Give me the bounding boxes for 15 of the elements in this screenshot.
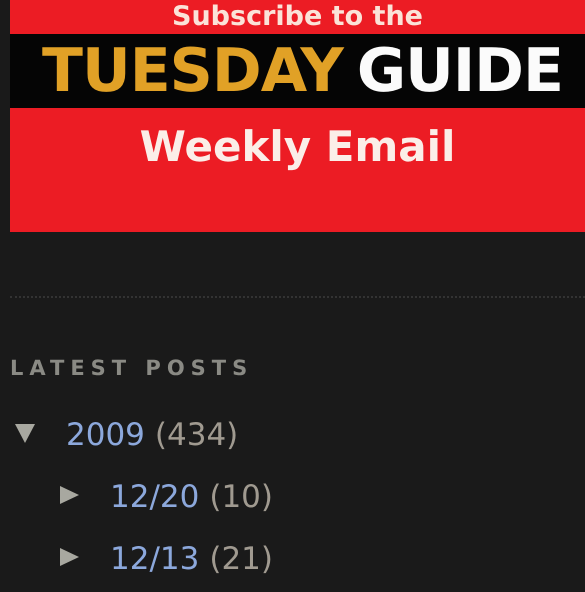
post-count: (434): [154, 417, 238, 453]
post-count: (10): [209, 479, 273, 515]
archive-link[interactable]: 12/20: [110, 479, 200, 515]
post-count: (21): [209, 541, 273, 577]
expand-triangle-icon[interactable]: [58, 484, 80, 506]
section-heading: LATEST POSTS: [10, 356, 254, 380]
subscribe-banner[interactable]: Subscribe to the TUESDAY GUIDE Weekly Email: [10, 0, 585, 232]
expand-triangle-icon[interactable]: [58, 546, 80, 568]
banner-text: Weekly Email: [140, 122, 456, 171]
banner-title: TUESDAY: [42, 36, 343, 106]
banner-title: GUIDE: [356, 36, 563, 106]
archive-link[interactable]: 12/13: [110, 541, 200, 577]
banner-text: Subscribe to the: [172, 2, 423, 32]
archive-link[interactable]: 2009: [66, 417, 145, 453]
collapse-triangle-icon[interactable]: [14, 422, 36, 444]
